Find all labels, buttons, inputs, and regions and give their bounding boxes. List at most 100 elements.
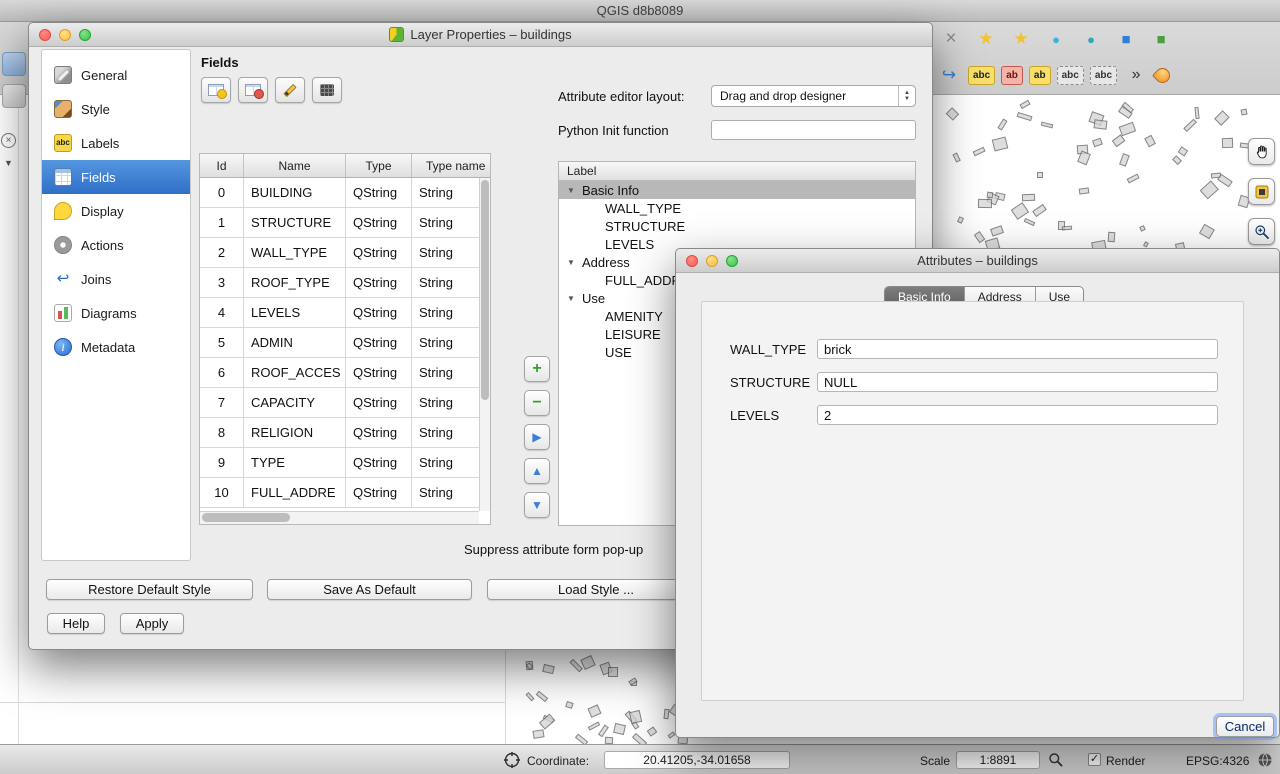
droplet-icon[interactable]: [1152, 64, 1173, 85]
scale-magnifier-icon[interactable]: [1048, 752, 1064, 773]
table-row[interactable]: 9 TYPE QString String: [200, 448, 479, 478]
remove-tab-button[interactable]: −: [524, 390, 550, 416]
label-ab-red-icon[interactable]: ab: [1001, 66, 1023, 85]
cancel-button[interactable]: Cancel: [1216, 716, 1274, 737]
scrollbar-thumb[interactable]: [481, 180, 489, 400]
measure-line-icon[interactable]: ●: [1043, 26, 1069, 52]
label-abc-yellow-icon[interactable]: abc: [968, 66, 995, 85]
scale-input[interactable]: [956, 751, 1040, 769]
save-as-default-button[interactable]: Save As Default: [267, 579, 472, 600]
new-column-button[interactable]: [201, 77, 231, 103]
vertical-scrollbar[interactable]: [479, 178, 490, 511]
apply-button[interactable]: Apply: [120, 613, 184, 634]
render-checkbox[interactable]: ✓: [1088, 753, 1101, 766]
coordinate-capture-icon[interactable]: [503, 751, 521, 774]
sidebar-item-labels[interactable]: Labels: [42, 126, 190, 160]
layer-properties-titlebar[interactable]: Layer Properties – buildings: [29, 23, 932, 47]
sidebar-item-style[interactable]: Style: [42, 92, 190, 126]
move-field-right-button[interactable]: ▶: [524, 424, 550, 450]
close-panel-icon[interactable]: ×: [1, 133, 16, 148]
toggle-editing-button[interactable]: [275, 77, 305, 103]
sidebar-item-display[interactable]: Display: [42, 194, 190, 228]
new-bookmark-icon[interactable]: ★: [973, 26, 999, 52]
tree-item[interactable]: ▼ WALL_TYPE: [559, 199, 915, 217]
table-row[interactable]: 3 ROOF_TYPE QString String: [200, 268, 479, 298]
table-row[interactable]: 5 ADMIN QString String: [200, 328, 479, 358]
scrollbar-thumb[interactable]: [202, 513, 290, 522]
toolbar-icon-partial-gray[interactable]: [2, 84, 26, 108]
attribute-table-icon[interactable]: ■: [1148, 26, 1174, 52]
move-up-button[interactable]: ▲: [524, 458, 550, 484]
sidebar-item-metadata[interactable]: Metadata: [42, 330, 190, 364]
crs-status-icon[interactable]: [1256, 751, 1274, 774]
sidebar-item-general[interactable]: General: [42, 58, 190, 92]
fields-section-title: Fields: [201, 55, 239, 70]
cell-id: 7: [200, 388, 244, 417]
clear-map-icon[interactable]: ×: [938, 26, 964, 52]
sidebar-item-joins[interactable]: Joins: [42, 262, 190, 296]
table-row[interactable]: 8 RELIGION QString String: [200, 418, 479, 448]
horizontal-scrollbar[interactable]: [200, 511, 479, 524]
disclosure-triangle-icon[interactable]: ▼: [567, 186, 577, 195]
disclosure-triangle-icon[interactable]: ▼: [567, 294, 577, 303]
coordinate-input[interactable]: [604, 751, 790, 769]
minimize-window-icon[interactable]: [59, 29, 71, 41]
label-abc-outline-icon[interactable]: abc: [1057, 66, 1084, 85]
field-calculator-button[interactable]: [312, 77, 342, 103]
zoom-extent-button[interactable]: [1248, 178, 1275, 205]
tree-item[interactable]: ▼ Basic Info: [559, 181, 915, 199]
column-header-type[interactable]: Type: [346, 154, 412, 177]
redo-icon[interactable]: ↩: [936, 62, 962, 88]
sidebar-item-fields[interactable]: Fields: [42, 160, 190, 194]
add-tab-button[interactable]: +: [524, 356, 550, 382]
table-row[interactable]: 4 LEVELS QString String: [200, 298, 479, 328]
delete-column-button[interactable]: [238, 77, 268, 103]
cell-type-name: String: [412, 268, 479, 297]
sidebar-item-diagrams[interactable]: Diagrams: [42, 296, 190, 330]
toolbar-icon-partial-blue[interactable]: [2, 52, 26, 76]
building-footprint: [945, 108, 958, 121]
levels-input[interactable]: [817, 405, 1218, 425]
column-header-id[interactable]: Id: [200, 154, 244, 177]
close-window-icon[interactable]: [686, 255, 698, 267]
disclosure-triangle-icon[interactable]: ▼: [567, 258, 577, 267]
attribute-editor-layout-select[interactable]: Drag and drop designer ▲▼: [711, 85, 916, 107]
table-row[interactable]: 1 STRUCTURE QString String: [200, 208, 479, 238]
help-button[interactable]: Help: [47, 613, 105, 634]
building-footprint: [1144, 134, 1156, 146]
tree-item[interactable]: ▼ STRUCTURE: [559, 217, 915, 235]
python-init-input[interactable]: [711, 120, 916, 140]
zoom-in-button[interactable]: [1248, 218, 1275, 245]
structure-input[interactable]: [817, 372, 1218, 392]
measure-area-icon[interactable]: ●: [1078, 26, 1104, 52]
field-calculator-icon: [320, 84, 334, 96]
sidebar-item-label: Fields: [81, 170, 116, 185]
table-row[interactable]: 0 BUILDING QString String: [200, 178, 479, 208]
attributes-titlebar[interactable]: Attributes – buildings: [676, 249, 1279, 273]
table-row[interactable]: 10 FULL_ADDRE QString String: [200, 478, 479, 508]
levels-label: LEVELS: [730, 408, 817, 423]
table-row[interactable]: 7 CAPACITY QString String: [200, 388, 479, 418]
sidebar-item-actions[interactable]: Actions: [42, 228, 190, 262]
column-header-typename[interactable]: Type name: [412, 154, 491, 177]
form-row: STRUCTURE: [730, 371, 1218, 393]
table-row[interactable]: 6 ROOF_ACCES QString String: [200, 358, 479, 388]
minimize-window-icon[interactable]: [706, 255, 718, 267]
building-footprint: [605, 737, 613, 744]
panel-collapse-icon[interactable]: ▼: [4, 158, 13, 168]
load-style-button[interactable]: Load Style ...: [487, 579, 705, 600]
wall-type-input[interactable]: [817, 339, 1218, 359]
toolbar-overflow-icon[interactable]: »: [1123, 62, 1149, 88]
move-down-button[interactable]: ▼: [524, 492, 550, 518]
label-abc-outline2-icon[interactable]: abc: [1090, 66, 1117, 85]
restore-default-style-button[interactable]: Restore Default Style: [46, 579, 253, 600]
table-row[interactable]: 2 WALL_TYPE QString String: [200, 238, 479, 268]
column-header-name[interactable]: Name: [244, 154, 346, 177]
zoom-window-icon[interactable]: [726, 255, 738, 267]
label-ab-yellow-icon[interactable]: ab: [1029, 66, 1051, 85]
pan-tool-button[interactable]: [1248, 138, 1275, 165]
select-rectangle-icon[interactable]: ■: [1113, 26, 1139, 52]
zoom-window-icon[interactable]: [79, 29, 91, 41]
close-window-icon[interactable]: [39, 29, 51, 41]
show-bookmarks-icon[interactable]: ★: [1008, 26, 1034, 52]
